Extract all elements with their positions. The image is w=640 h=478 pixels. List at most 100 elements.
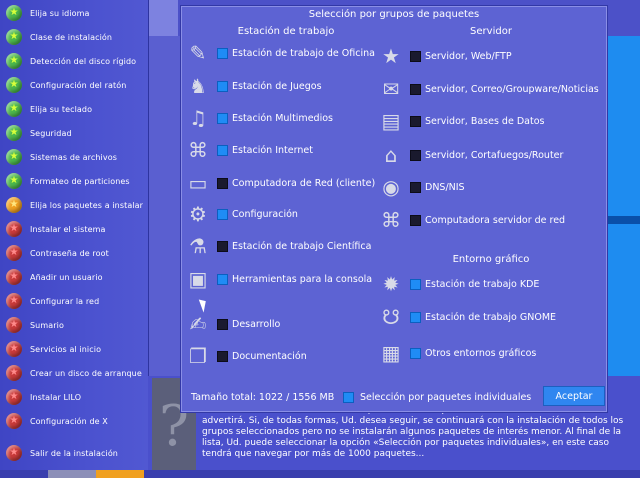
package-group-checkbox[interactable] [410, 181, 421, 193]
sidebar-step-label: Configuración de X [30, 416, 108, 426]
right-blue-panel [606, 36, 640, 376]
package-group-row[interactable]: ▣ Herramientas para la consola [183, 264, 373, 294]
package-group-checkbox[interactable] [410, 50, 421, 62]
package-group-dialog: Selección por grupos de paquetes Estació… [180, 5, 608, 413]
package-group-checkbox[interactable] [217, 240, 228, 252]
package-group-checkbox[interactable] [217, 318, 228, 330]
sidebar-step[interactable]: ★ Configurar la red [6, 291, 99, 311]
sidebar-step[interactable]: ★ Crear un disco de arranque [6, 363, 142, 383]
sidebar-step-label: Detección del disco rígido [30, 56, 137, 66]
individual-selection-toggle[interactable]: Selección por paquetes individuales [343, 392, 531, 403]
gnome-icon: ☋ [382, 305, 400, 329]
package-group-row[interactable]: ✉ Servidor, Correo/Groupware/Noticias [376, 74, 599, 104]
package-group-row[interactable]: ⌘ Estación Internet [183, 135, 313, 165]
sidebar-step-label: Sistemas de archivos [30, 152, 117, 162]
games-icon: ♞ [189, 74, 207, 98]
package-group-label: Servidor, Web/FTP [425, 50, 512, 62]
sidebar-step[interactable]: ★ Configuración del ratón [6, 75, 126, 95]
sidebar-step-label: Contraseña de root [30, 248, 109, 258]
red-star-icon: ★ [6, 365, 22, 381]
package-group-row[interactable]: ✹ Estación de trabajo KDE [376, 269, 540, 299]
green-star-icon: ★ [6, 149, 22, 165]
package-group-checkbox[interactable] [410, 214, 421, 226]
package-group-row[interactable]: ★ Servidor, Web/FTP [376, 41, 512, 71]
sidebar-step[interactable]: ★ Seguridad [6, 123, 72, 143]
green-star-icon: ★ [6, 173, 22, 189]
sidebar-step[interactable]: ★ Detección del disco rígido [6, 51, 136, 71]
progress-segment-orange [96, 470, 144, 478]
package-group-checkbox[interactable] [410, 149, 421, 161]
package-group-row[interactable]: ▭ Computadora de Red (cliente) [183, 168, 376, 198]
firewall-icon: ⌂ [384, 143, 398, 167]
sidebar-step[interactable]: ★ Contraseña de root [6, 243, 109, 263]
sidebar-step[interactable]: ★ Formateo de particiones [6, 171, 130, 191]
accept-button[interactable]: Aceptar [543, 386, 605, 406]
package-group-checkbox[interactable] [410, 311, 421, 323]
individual-selection-checkbox[interactable] [343, 392, 354, 403]
individual-selection-label: Selección por paquetes individuales [360, 392, 532, 403]
sidebar-step-label: Formateo de particiones [30, 176, 130, 186]
sidebar-step[interactable]: ★ Añadir un usuario [6, 267, 103, 287]
workstation-header: Estación de trabajo [237, 26, 335, 37]
package-group-checkbox[interactable] [217, 112, 228, 124]
package-group-checkbox[interactable] [410, 278, 421, 290]
sidebar-step[interactable]: ★ Elija su teclado [6, 99, 92, 119]
sidebar-step[interactable]: ★ Elija los paquetes a instalar [6, 195, 143, 215]
sidebar-step-label: Servicios al inicio [30, 344, 102, 354]
sidebar-step[interactable]: ★ Clase de instalación [6, 27, 112, 47]
package-group-checkbox[interactable] [217, 144, 228, 156]
package-group-row[interactable]: ⌂ Servidor, Cortafuegos/Router [376, 140, 564, 170]
sidebar-step[interactable]: ★ Sumario [6, 315, 64, 335]
package-group-row[interactable]: ▦ Otros entornos gráficos [376, 338, 537, 368]
kde-icon: ✹ [382, 272, 400, 296]
package-group-checkbox[interactable] [217, 208, 228, 220]
package-group-row[interactable]: ☋ Estación de trabajo GNOME [376, 302, 556, 332]
green-star-icon: ★ [6, 77, 22, 93]
sidebar-step[interactable]: ★ Instalar el sistema [6, 219, 106, 239]
package-group-row[interactable]: ⌘ Computadora servidor de red [376, 205, 565, 235]
package-group-checkbox[interactable] [410, 83, 421, 95]
package-group-checkbox[interactable] [217, 177, 228, 189]
package-group-row[interactable]: ♫ Estación Multimedios [183, 103, 333, 133]
green-star-icon: ★ [6, 101, 22, 117]
mail-server-icon: ✉ [382, 77, 400, 101]
package-group-checkbox[interactable] [217, 47, 228, 59]
package-group-label: Herramientas para la consola [232, 273, 373, 285]
sidebar-step-label: Elija los paquetes a instalar [30, 200, 144, 210]
package-group-label: Computadora de Red (cliente) [232, 177, 376, 189]
package-group-checkbox[interactable] [217, 350, 228, 362]
package-group-row[interactable]: ▤ Servidor, Bases de Datos [376, 106, 545, 136]
multimedia-icon: ♫ [189, 106, 207, 130]
package-group-checkbox[interactable] [217, 80, 228, 92]
sidebar-step-label: Elija su teclado [30, 104, 93, 114]
package-group-row[interactable]: ❐ Documentación [183, 341, 307, 371]
sidebar-step-label: Configurar la red [30, 296, 100, 306]
sidebar-step[interactable]: ★ Sistemas de archivos [6, 147, 117, 167]
package-group-checkbox[interactable] [410, 115, 421, 127]
package-group-label: Estación de trabajo de Oficina [232, 47, 375, 59]
help-text: Entonces DrakX verificará si tiene espac… [202, 405, 624, 459]
package-group-row[interactable]: ✍ Desarrollo [183, 309, 281, 339]
documentation-icon: ❐ [189, 344, 207, 368]
progress-bar [0, 470, 640, 478]
sidebar-step[interactable]: ★ Elija su idioma [6, 3, 90, 23]
red-star-icon: ★ [6, 245, 22, 261]
package-group-checkbox[interactable] [410, 347, 421, 359]
package-group-row[interactable]: ♞ Estación de Juegos [183, 71, 322, 101]
sidebar-step[interactable]: ★ Configuración de X [6, 411, 108, 431]
green-star-icon: ★ [6, 29, 22, 45]
green-star-icon: ★ [6, 53, 22, 69]
package-group-row[interactable]: ◉ DNS/NIS [376, 172, 464, 202]
sidebar-step[interactable]: ★ Instalar LILO [6, 387, 81, 407]
package-group-label: Estación de trabajo KDE [425, 278, 540, 290]
package-group-row[interactable]: ⚙ Configuración [183, 199, 298, 229]
development-icon: ✍ [189, 312, 207, 336]
package-group-row[interactable]: ⚗ Estación de trabajo Científica [183, 231, 371, 261]
office-icon: ✎ [189, 41, 207, 65]
package-group-row[interactable]: ✎ Estación de trabajo de Oficina [183, 38, 375, 68]
red-star-icon: ★ [6, 413, 22, 429]
configuration-icon: ⚙ [189, 202, 207, 226]
sidebar-step[interactable]: ★ Servicios al inicio [6, 339, 101, 359]
package-group-checkbox[interactable] [217, 273, 228, 285]
sidebar-step[interactable]: ★ Salir de la instalación [6, 443, 118, 463]
